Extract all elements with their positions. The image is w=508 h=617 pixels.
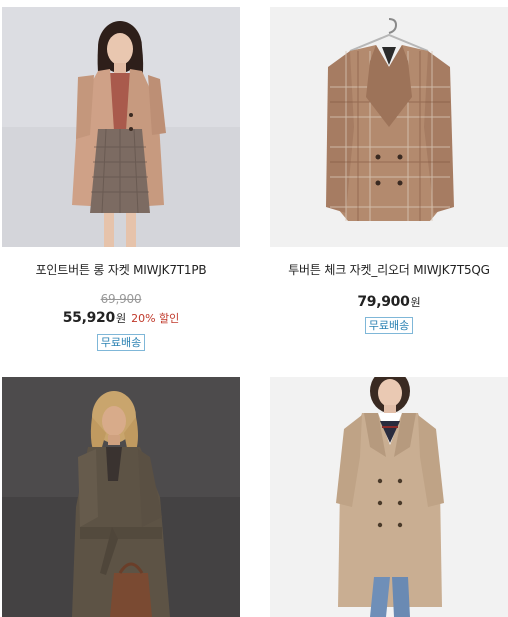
sale-price: 79,900: [357, 294, 410, 310]
discount-label: 20% 할인: [131, 312, 180, 325]
sale-price: 55,920: [62, 310, 116, 326]
free-shipping-badge: 무료배송: [364, 317, 414, 334]
original-price: 69,900: [100, 292, 142, 306]
product-image-1[interactable]: [2, 7, 240, 247]
price-row: 79,900원: [270, 291, 508, 310]
currency-label: 원: [115, 312, 127, 325]
currency-label: 원: [410, 296, 421, 309]
product-image-4[interactable]: [270, 377, 508, 617]
product-name[interactable]: 포인트버튼 롱 자켓 MIWJK7T1PB: [0, 261, 250, 278]
product-name[interactable]: 투버튼 체크 자켓_리오더 MIWJK7T5QG: [260, 261, 508, 278]
product-image-2[interactable]: [270, 7, 508, 247]
product-image-3[interactable]: [2, 377, 240, 617]
price-row: 55,920원 20% 할인: [2, 307, 240, 326]
free-shipping-badge: 무료배송: [96, 334, 146, 351]
